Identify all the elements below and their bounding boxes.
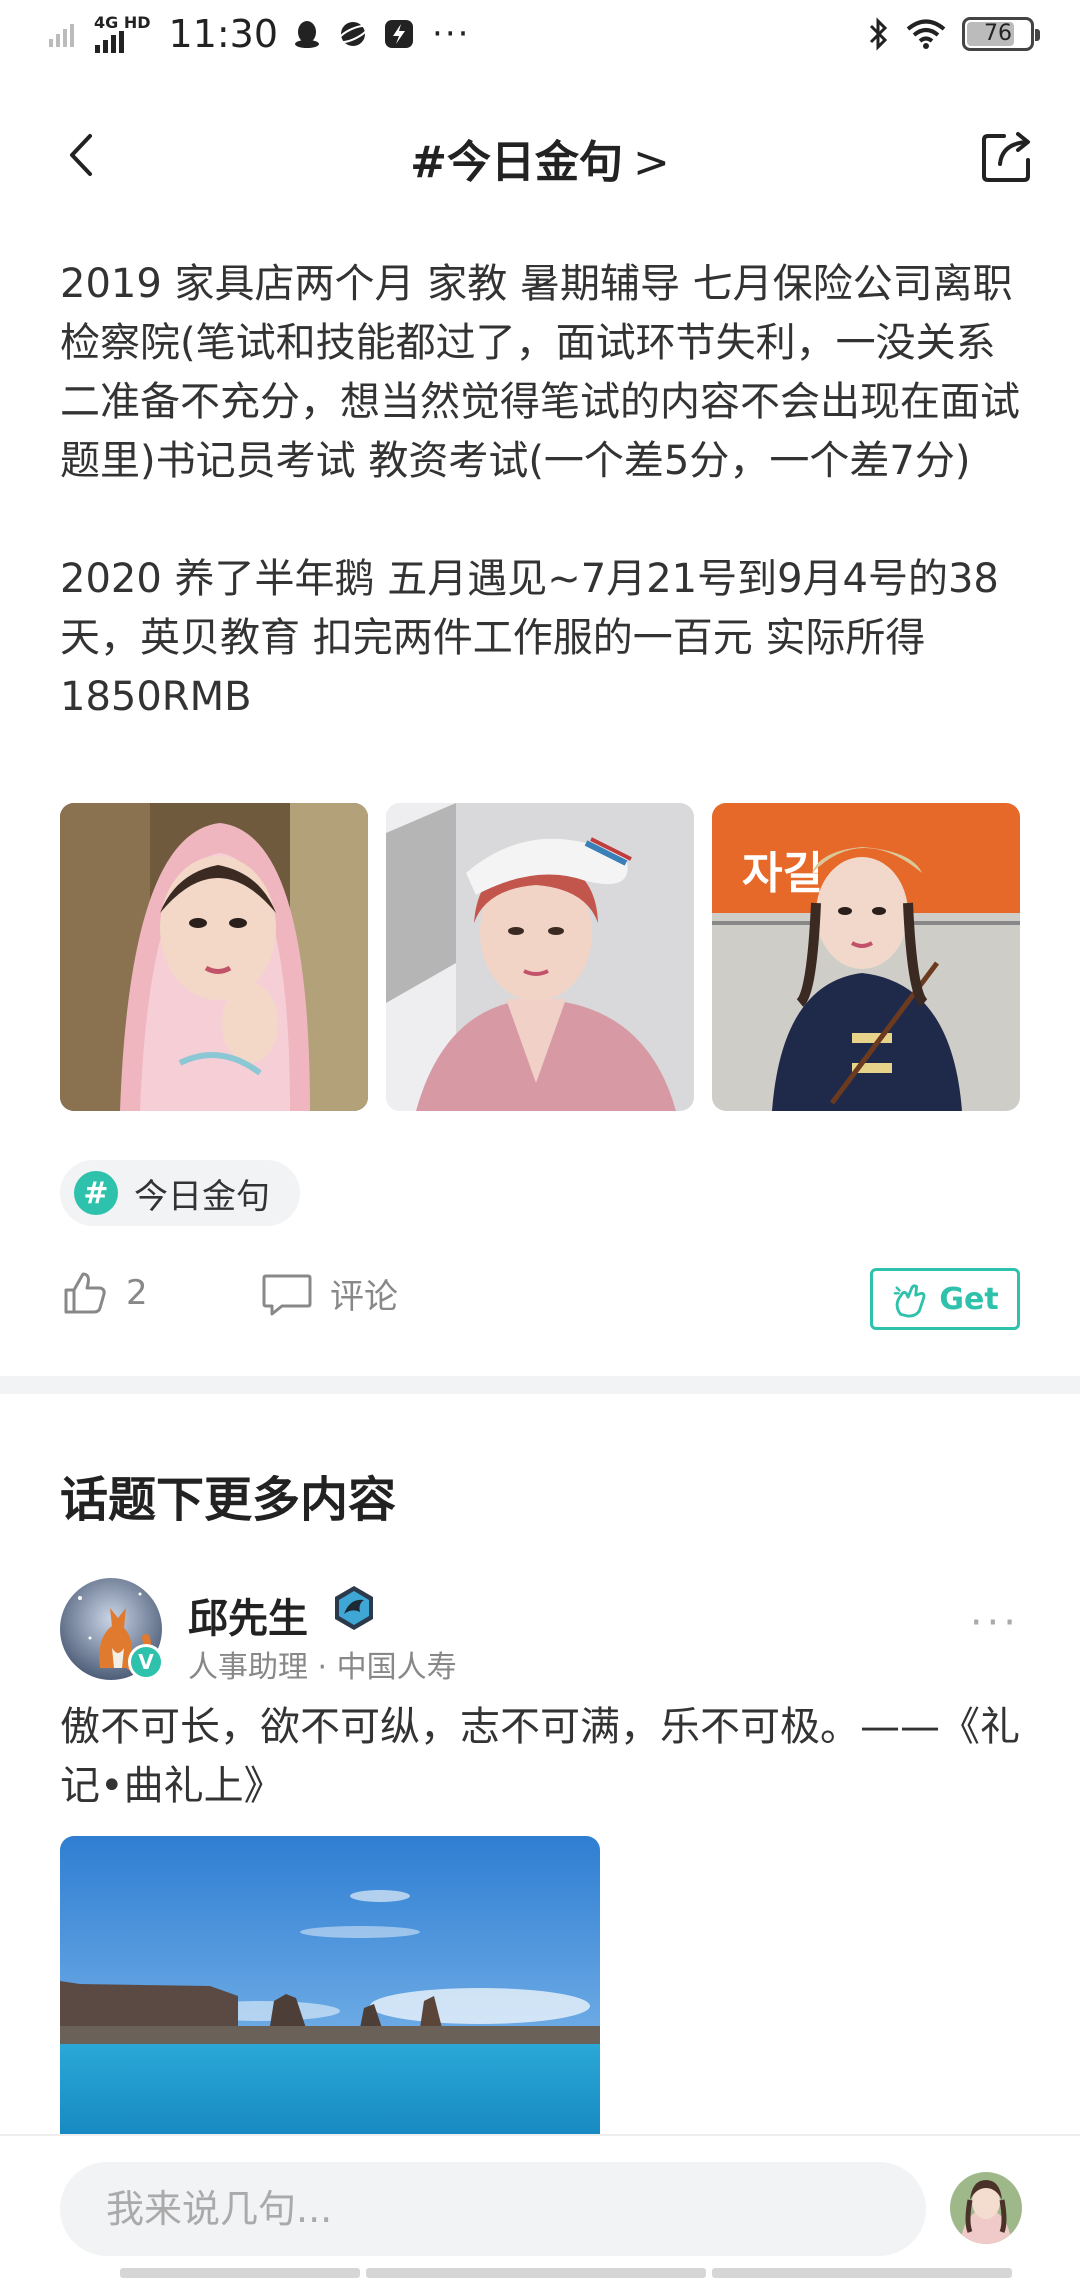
user-avatar[interactable] — [950, 2172, 1022, 2244]
status-right: 76 — [866, 16, 1040, 52]
planet-icon — [337, 22, 369, 46]
network-type: 4G HD — [94, 13, 151, 32]
comment-button[interactable]: 评论 — [260, 1268, 398, 1318]
paragraph-spacer — [60, 491, 1020, 550]
battery-icon: 76 — [962, 17, 1040, 51]
nav-bar: #今日金句 > — [0, 100, 1080, 210]
home-indicator-segment — [366, 2268, 706, 2278]
woman-white-beret-photo[interactable] — [386, 803, 694, 1111]
chevron-right-icon: > — [633, 137, 670, 188]
hashtag-icon: # — [74, 1171, 118, 1215]
get-button[interactable]: Get — [870, 1268, 1020, 1330]
comment-bar: 我来说几句... — [0, 2134, 1080, 2280]
post-paragraph: 2019 家具店两个月 家教 暑期辅导 七月保险公司离职检察院(笔试和技能都过了… — [60, 261, 1020, 484]
verified-badge-icon: V — [128, 1644, 164, 1680]
flash-app-icon — [385, 20, 414, 48]
comment-icon — [262, 1274, 312, 1316]
author-name[interactable]: 邱先生 — [188, 1586, 308, 1644]
bluetooth-icon — [869, 17, 888, 51]
share-icon[interactable] — [978, 126, 1038, 186]
status-left: 4G HD 11:30 ··· — [46, 12, 470, 56]
home-indicator-segment — [712, 2268, 1012, 2278]
battery-level: 76 — [984, 21, 1012, 46]
screen: 4G HD 11:30 ··· 76 #今日金句 > 2019 家具店两个月 家… — [0, 0, 1080, 2280]
more-content-heading: 话题下更多内容 — [60, 1472, 397, 1528]
home-indicator — [120, 2268, 1020, 2278]
topic-title[interactable]: #今日金句 > — [0, 126, 1080, 190]
related-post-text: 傲不可长，欲不可纵，志不可满，乐不可极。——《礼记•曲礼上》 — [60, 1704, 1020, 1809]
signal-strength-icon — [95, 31, 124, 53]
finger-heart-icon — [893, 1284, 926, 1318]
author-level-icon — [335, 1586, 373, 1630]
topic-tag-label: 今日金句 — [134, 1176, 270, 1217]
status-bar: 4G HD 11:30 ··· 76 — [0, 0, 1080, 72]
author-meta: 人事助理 · 中国人寿 — [188, 1650, 457, 1685]
post-paragraph: 2020 养了半年鹅 五月遇见~7月21号到9月4号的38天，英贝教育 扣完两件… — [60, 556, 999, 720]
comment-input[interactable]: 我来说几句... — [60, 2162, 926, 2256]
like-count: 2 — [126, 1273, 148, 1313]
clock: 11:30 — [168, 12, 279, 56]
get-label: Get — [939, 1281, 999, 1317]
woman-pink-scarf-photo[interactable] — [60, 803, 368, 1111]
like-button[interactable]: 2 — [60, 1268, 148, 1318]
signal-weak-icon — [49, 24, 74, 47]
post-body: 2019 家具店两个月 家教 暑期辅导 七月保险公司离职检察院(笔试和技能都过了… — [60, 255, 1020, 727]
section-divider — [0, 1376, 1080, 1394]
network-indicator: 4G HD — [94, 15, 151, 53]
home-indicator-segment — [120, 2268, 360, 2278]
comment-label: 评论 — [330, 1276, 398, 1317]
woman-subway-sign-photo[interactable]: 자길 — [712, 803, 1020, 1111]
thumbs-up-icon — [64, 1272, 106, 1314]
topic-tag[interactable]: # 今日金句 — [60, 1160, 300, 1226]
sign-text: 자길 — [742, 848, 823, 899]
lake-landscape-photo[interactable] — [60, 1836, 600, 2136]
more-notifications-icon: ··· — [432, 14, 471, 54]
post-photo-grid: 자길 — [60, 803, 1020, 1111]
post-actions: 2 评论 Get — [60, 1268, 1020, 1334]
topic-title-text: #今日金句 — [410, 137, 623, 188]
wifi-icon — [906, 19, 946, 49]
qq-penguin-icon — [295, 21, 320, 48]
more-options-icon[interactable]: ··· — [970, 1600, 1020, 1646]
